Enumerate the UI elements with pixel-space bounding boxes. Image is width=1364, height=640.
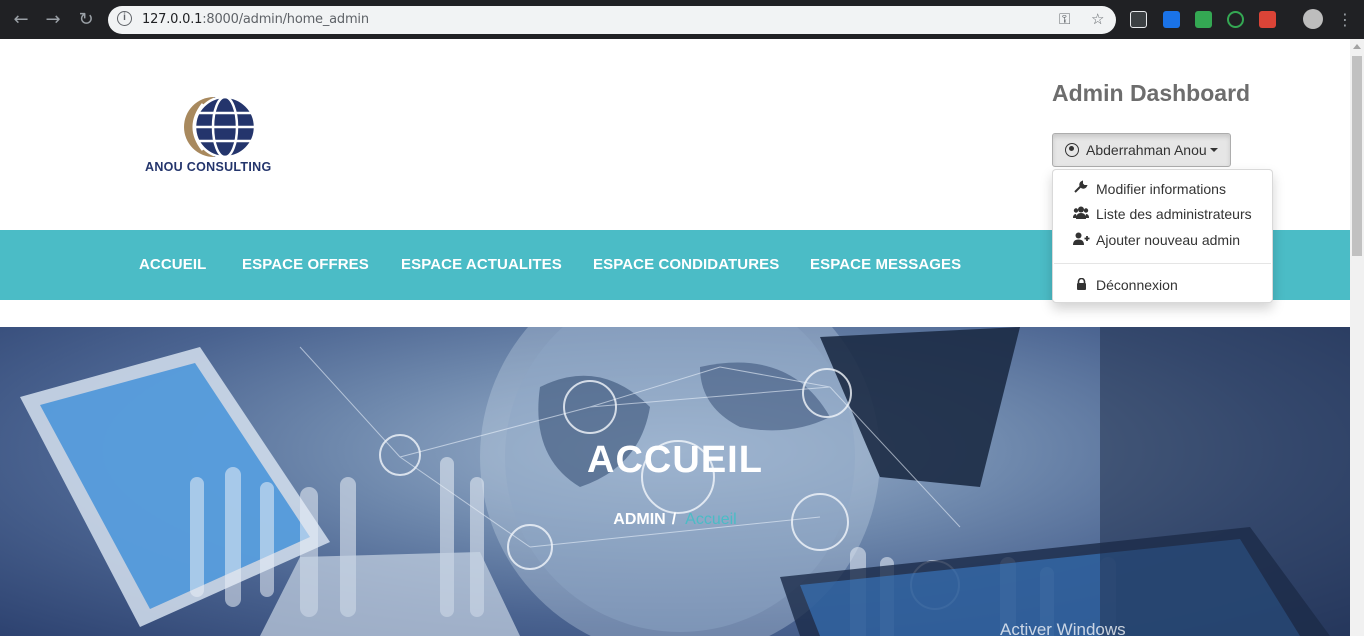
breadcrumb: ADMIN / Accueil <box>0 511 1350 529</box>
caret-down-icon <box>1209 148 1218 152</box>
extension-people-icon[interactable] <box>1163 11 1180 28</box>
address-bar[interactable]: i 127.0.0.1:8000/admin/home_admin ⚿ ☆ <box>108 6 1116 34</box>
nav-item-espace-offres[interactable]: ESPACE OFFRES <box>242 256 369 273</box>
extension-todoist-icon[interactable] <box>1259 11 1276 28</box>
url-host: 127.0.0.1 <box>142 12 203 27</box>
reload-icon[interactable]: ↻ <box>74 8 98 32</box>
menu-item-label: Liste des administrateurs <box>1096 206 1252 222</box>
nav-item-espace-condidatures[interactable]: ESPACE CONDIDATURES <box>593 256 779 273</box>
menu-item-label: Modifier informations <box>1096 180 1226 197</box>
hero-banner: ACCUEIL ADMIN / Accueil <box>0 327 1350 636</box>
menu-item-label: Déconnexion <box>1096 277 1178 293</box>
extension-glasses-icon[interactable] <box>1130 11 1147 28</box>
user-circle-icon <box>1065 143 1079 157</box>
scrollbar-thumb[interactable] <box>1352 56 1362 256</box>
windows-activation-watermark: Activer Windows <box>1000 620 1126 639</box>
site-info-icon[interactable]: i <box>117 11 132 26</box>
menu-item-ajouter-admin[interactable]: Ajouter nouveau admin <box>1073 232 1240 248</box>
logo-text: ANOU CONSULTING <box>145 160 272 174</box>
users-icon <box>1073 206 1089 222</box>
menu-divider <box>1054 263 1271 264</box>
bookmark-star-icon[interactable]: ☆ <box>1091 10 1104 28</box>
scroll-up-icon[interactable] <box>1353 44 1361 49</box>
menu-dots-icon[interactable]: ⋮ <box>1333 8 1357 32</box>
address-url[interactable]: 127.0.0.1:8000/admin/home_admin <box>142 12 369 27</box>
breadcrumb-root[interactable]: ADMIN <box>613 511 665 528</box>
extension-mail-icon[interactable] <box>1195 11 1212 28</box>
nav-item-accueil[interactable]: ACCUEIL <box>139 256 206 273</box>
back-icon[interactable]: ← <box>9 8 33 32</box>
user-plus-icon <box>1073 232 1090 248</box>
user-name: Abderrahman Anou <box>1086 142 1207 158</box>
page-scrollbar[interactable] <box>1350 39 1364 636</box>
key-icon[interactable]: ⚿ <box>1059 10 1070 28</box>
menu-item-deconnexion[interactable]: Déconnexion <box>1073 277 1178 293</box>
breadcrumb-separator: / <box>671 511 677 528</box>
menu-item-label: Ajouter nouveau admin <box>1096 232 1240 248</box>
nav-item-espace-messages[interactable]: ESPACE MESSAGES <box>810 256 961 273</box>
page: ANOU CONSULTING Admin Dashboard Abderrah… <box>0 39 1350 636</box>
menu-item-modifier-informations[interactable]: Modifier informations <box>1073 180 1226 197</box>
menu-item-liste-administrateurs[interactable]: Liste des administrateurs <box>1073 206 1252 222</box>
hero-title: ACCUEIL <box>587 439 763 481</box>
profile-avatar[interactable] <box>1303 9 1323 29</box>
user-dropdown-menu: Modifier informations Liste des administ… <box>1052 169 1273 303</box>
forward-icon[interactable]: → <box>41 8 65 32</box>
page-title: Admin Dashboard <box>1052 80 1251 106</box>
user-menu-button[interactable]: Abderrahman Anou <box>1052 133 1231 167</box>
nav-item-espace-actualites[interactable]: ESPACE ACTUALITES <box>401 256 562 273</box>
extension-check-icon[interactable] <box>1227 11 1244 28</box>
browser-toolbar: ← → ↻ i 127.0.0.1:8000/admin/home_admin … <box>0 0 1364 39</box>
url-path: :8000/admin/home_admin <box>202 12 369 27</box>
wrench-icon <box>1073 180 1089 197</box>
lock-icon <box>1073 277 1089 293</box>
breadcrumb-current: Accueil <box>685 511 737 528</box>
